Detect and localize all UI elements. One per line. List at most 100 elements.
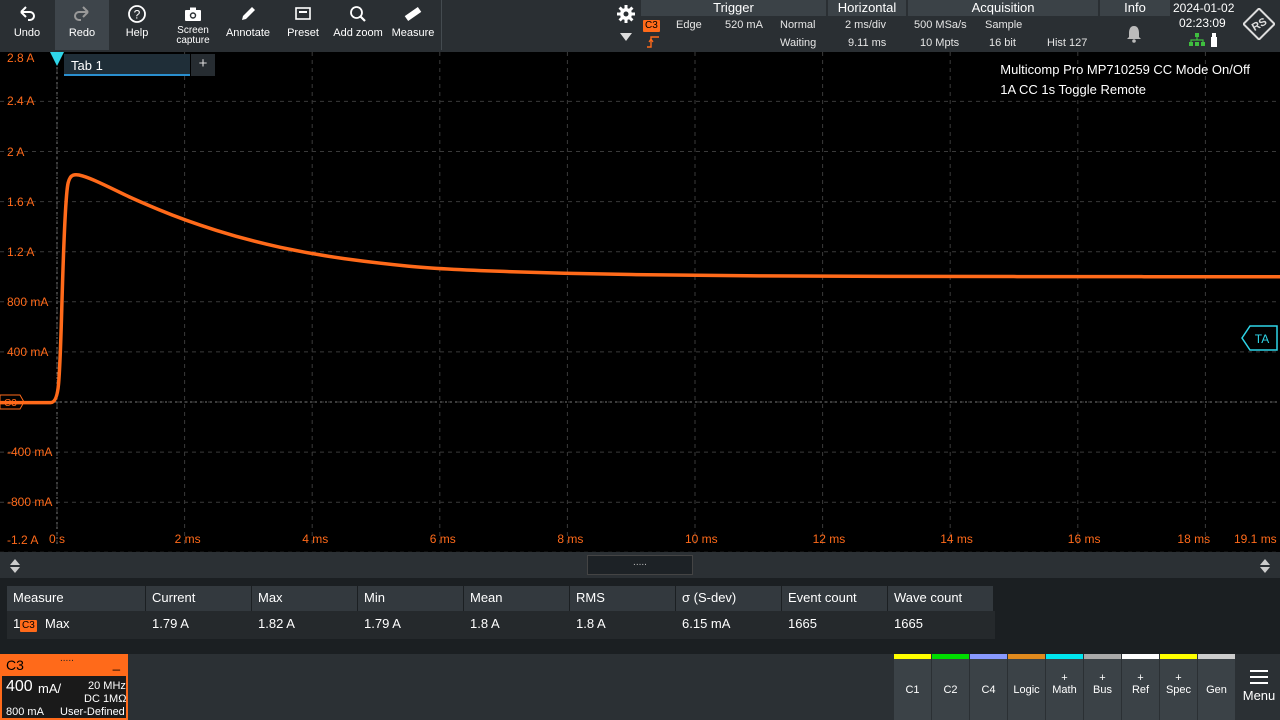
source-label: C1 xyxy=(905,684,920,696)
channel-c3-box[interactable]: C3 ..... _ 400 mA/ 20 MHz DC 1MΩ 800 mA … xyxy=(0,653,128,720)
measure-source-badge: C3 xyxy=(20,620,37,632)
collapse-down-icon[interactable] xyxy=(10,567,20,573)
source-button-spec[interactable]: + Spec xyxy=(1160,654,1197,720)
acquisition-resolution: 16 bit xyxy=(989,37,1016,49)
y-tick-label: -400 mA xyxy=(7,445,53,460)
waveform-plot[interactable]: C3 xyxy=(0,52,1280,552)
minimize-icon[interactable]: _ xyxy=(113,656,120,671)
help-label: Help xyxy=(125,27,149,39)
source-button-gen[interactable]: Gen xyxy=(1198,654,1235,720)
source-label: Logic xyxy=(1013,684,1040,696)
source-button-bus[interactable]: + Bus xyxy=(1084,654,1121,720)
chevron-down-icon[interactable] xyxy=(620,33,632,41)
undo-label: Undo xyxy=(13,27,41,39)
x-tick-label: 8 ms xyxy=(557,532,584,546)
col-header-max[interactable]: Max xyxy=(252,586,357,611)
screen-capture-button[interactable]: Screen capture xyxy=(166,0,220,50)
annotation-text[interactable]: Multicomp Pro MP710259 CC Mode On/Off 1A… xyxy=(1000,60,1250,100)
source-button-c2[interactable]: C2 xyxy=(932,654,969,720)
undo-button[interactable]: Undo xyxy=(0,0,54,50)
source-label: Bus xyxy=(1093,684,1112,696)
col-header-min[interactable]: Min xyxy=(358,586,463,611)
source-button-c4[interactable]: C4 xyxy=(970,654,1007,720)
source-label: C4 xyxy=(981,684,996,696)
x-tick-label: 0 s xyxy=(49,532,66,546)
source-color-bar xyxy=(1046,654,1083,659)
source-button-c1[interactable]: C1 xyxy=(894,654,931,720)
source-button-math[interactable]: + Math xyxy=(1046,654,1083,720)
menu-button[interactable]: Menu xyxy=(1238,654,1280,720)
measure-name: Max xyxy=(45,616,70,631)
acquisition-mode: Sample xyxy=(985,19,1023,31)
expand-up-icon-right[interactable] xyxy=(1260,559,1270,565)
info-time: 02:23:09 xyxy=(1179,16,1226,30)
source-plus-label: + xyxy=(1175,672,1182,684)
preset-button[interactable]: Preset xyxy=(276,0,330,50)
y-tick-label: 1.6 A xyxy=(7,194,35,209)
redo-button[interactable]: Redo xyxy=(55,0,109,50)
collapse-down-icon-right[interactable] xyxy=(1260,567,1270,573)
source-color-bar xyxy=(1122,654,1159,659)
svg-text:?: ? xyxy=(134,8,141,22)
horizontal-scale: 2 ms/div xyxy=(845,19,886,31)
source-button-ref[interactable]: + Ref xyxy=(1122,654,1159,720)
measure-event-count: 1665 xyxy=(788,616,817,631)
trigger-title: Trigger xyxy=(641,0,826,16)
trigger-state: Waiting xyxy=(780,37,817,49)
col-header-wave-count[interactable]: Wave count xyxy=(888,586,993,611)
help-button[interactable]: ? Help xyxy=(110,0,164,50)
annotation-line-1: Multicomp Pro MP710259 CC Mode On/Off xyxy=(1000,62,1250,77)
y-tick-label: -800 mA xyxy=(7,495,53,510)
annotate-label: Annotate xyxy=(225,27,271,39)
measure-rms: 1.8 A xyxy=(576,616,606,631)
source-color-bar xyxy=(1008,654,1045,659)
panel-divider[interactable]: ..... xyxy=(0,552,1280,578)
annotate-button[interactable]: Annotate xyxy=(221,0,275,50)
expand-up-icon[interactable] xyxy=(10,559,20,565)
col-header-sdev[interactable]: σ (S-dev) xyxy=(676,586,781,611)
preset-icon xyxy=(276,4,330,28)
trigger-mode: Normal xyxy=(780,19,816,31)
add-zoom-button[interactable]: Add zoom xyxy=(331,0,385,50)
measure-min: 1.79 A xyxy=(364,616,401,631)
y-tick-label: 2.4 A xyxy=(7,94,35,109)
col-header-event-count[interactable]: Event count xyxy=(782,586,887,611)
col-header-current[interactable]: Current xyxy=(146,586,251,611)
x-tick-label: 10 ms xyxy=(685,532,718,546)
settings-button[interactable] xyxy=(613,0,639,50)
measure-button[interactable]: Measure xyxy=(386,0,440,50)
col-header-measure[interactable]: Measure xyxy=(7,586,145,611)
redo-label: Redo xyxy=(68,27,96,39)
help-icon: ? xyxy=(110,4,164,28)
x-tick-label: 6 ms xyxy=(429,532,456,546)
source-color-bar xyxy=(970,654,1007,659)
col-header-rms[interactable]: RMS xyxy=(570,586,675,611)
channel-name: C3 xyxy=(6,657,24,673)
add-zoom-label: Add zoom xyxy=(333,27,383,39)
y-tick-label: 800 mA xyxy=(7,294,49,309)
zoom-icon xyxy=(331,4,385,28)
y-tick-label: 2.8 A xyxy=(7,51,35,66)
waveform-area[interactable]: C3 Tab 1 + Multicomp Pro MP710259 CC Mod… xyxy=(0,51,1280,552)
y-tick-label: 1.2 A xyxy=(7,244,35,259)
trigger-type: Edge xyxy=(676,19,702,31)
info-title: Info xyxy=(1100,0,1170,16)
tab-1[interactable]: Tab 1 xyxy=(64,54,190,76)
trigger-position-marker[interactable] xyxy=(50,52,64,66)
measure-sdev: 6.15 mA xyxy=(682,616,731,631)
trigger-level-marker[interactable]: TA xyxy=(1240,325,1278,354)
col-header-mean[interactable]: Mean xyxy=(464,586,569,611)
acquisition-record-length: 10 Mpts xyxy=(920,37,960,49)
y-tick-label: 400 mA xyxy=(7,344,49,359)
measure-max: 1.82 A xyxy=(258,616,295,631)
channel-probe: User-Defined xyxy=(60,706,125,718)
source-button-logic[interactable]: Logic xyxy=(1008,654,1045,720)
gear-icon xyxy=(613,5,639,27)
trigger-source-badge: C3 xyxy=(643,20,660,32)
hamburger-icon xyxy=(1250,670,1268,687)
source-color-bar xyxy=(894,654,931,659)
add-tab-button[interactable]: + xyxy=(191,54,215,76)
screen-capture-label2: capture xyxy=(176,35,210,46)
measure-current: 1.79 A xyxy=(152,616,189,631)
divider-grip-handle[interactable]: ..... xyxy=(587,555,693,575)
